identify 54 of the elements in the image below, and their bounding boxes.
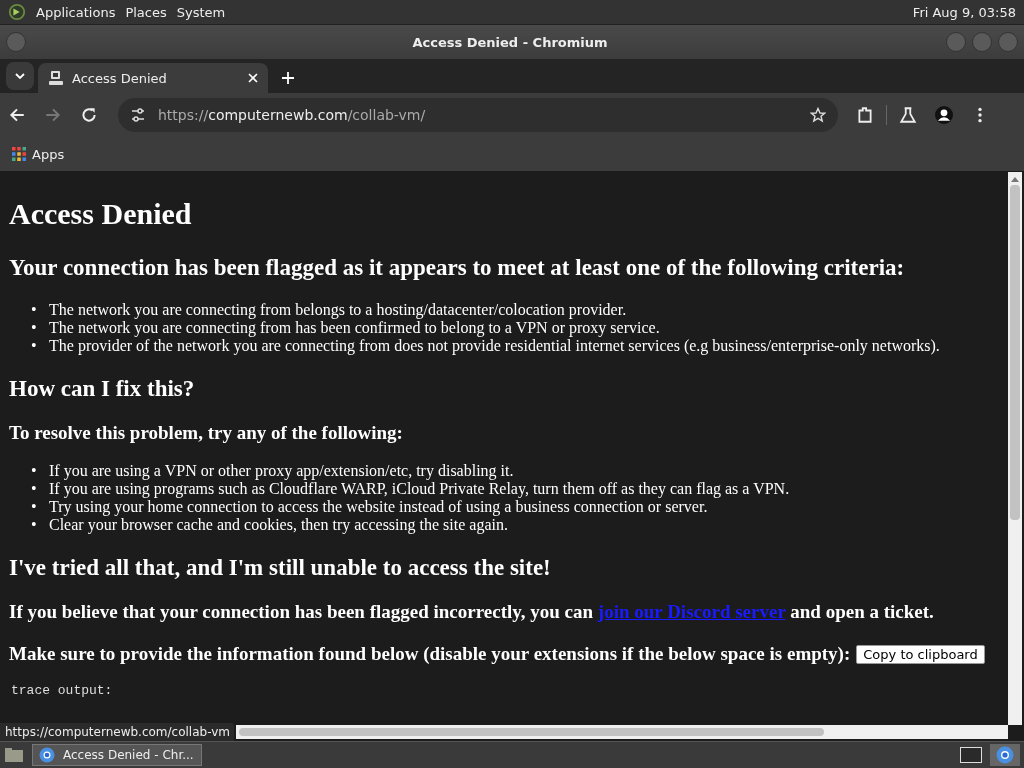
status-url: https://computernewb.com/collab-vm	[0, 723, 234, 741]
paragraph: If you believe that your connection has been flagged incorrectly, you can join our Discord server and open a ticket.	[9, 600, 935, 624]
browser-icon[interactable]	[990, 744, 1020, 766]
list-item: Try using your home connection to access the website instead of using a business connection or server.	[49, 498, 708, 516]
chevron-down-icon	[15, 73, 25, 79]
panel-menu[interactable]: Places	[125, 4, 167, 20]
trace-output: trace output:	[10, 683, 114, 699]
show-desktop-button[interactable]	[960, 747, 982, 763]
flask-icon[interactable]	[899, 106, 917, 124]
back-icon[interactable]	[8, 106, 26, 124]
profile-icon[interactable]	[935, 106, 953, 124]
scroll-up-icon[interactable]	[1011, 176, 1019, 182]
bullet-mark: •	[31, 462, 38, 480]
address-bar[interactable]: https://computernewb.com/collab-vm/	[118, 98, 838, 132]
copy-button[interactable]: Copy to clipboard	[856, 644, 985, 664]
apps-grid-icon	[12, 147, 26, 161]
panel-menu[interactable]: Applications	[36, 4, 116, 20]
list-item: Clear your browser cache and cookies, then try accessing the site again.	[49, 516, 508, 534]
new-tab-icon[interactable]	[282, 72, 294, 84]
browser-tab[interactable]: Access Denied	[38, 63, 268, 93]
list-item: The provider of the network you are connecting from does not provide residential internet services (e.g business/enterprise-only networks).	[49, 337, 940, 355]
bullet-mark: •	[31, 301, 38, 319]
browser-icon	[39, 747, 55, 763]
list-item: The network you are connecting from has been confirmed to belong to a VPN or proxy service.	[49, 319, 660, 337]
subheading: To resolve this problem, try any of the following:	[9, 421, 404, 445]
bookmark-item[interactable]: Apps	[12, 146, 65, 162]
folder-icon[interactable]	[4, 747, 24, 763]
list-item: The network you are connecting from belongs to a hosting/datacenter/colocation provider.	[49, 301, 627, 319]
close-icon[interactable]	[248, 73, 258, 83]
paragraph: Make sure to provide the information found below (disable your extensions if the below space is empty):	[9, 642, 851, 666]
panel-menu[interactable]: System	[176, 4, 226, 20]
computer-icon	[48, 70, 64, 86]
taskbar-button[interactable]: Access Denied - Chr...	[32, 744, 202, 766]
vertical-scrollbar[interactable]	[1008, 172, 1022, 725]
bullet-mark: •	[31, 337, 38, 355]
section-heading: How can I fix this?	[9, 375, 196, 403]
logo-icon[interactable]	[8, 3, 26, 21]
bullet-mark: •	[31, 480, 38, 498]
section-heading: Your connection has been flagged as it appears to meet at least one of the following criteria:	[9, 254, 906, 282]
bullet-mark: •	[31, 319, 38, 337]
tab-search-button[interactable]	[6, 62, 34, 90]
bullet-mark: •	[31, 516, 38, 534]
reload-icon[interactable]	[80, 106, 98, 124]
horizontal-scrollbar[interactable]	[236, 725, 1008, 739]
clock: Fri Aug 9, 03:58	[912, 4, 1016, 20]
bookmark-star-icon[interactable]	[810, 107, 826, 123]
list-item: If you are using a VPN or other proxy app/extension/etc, try disabling it.	[49, 462, 514, 480]
section-heading: I've tried all that, and I'm still unable to access the site!	[9, 554, 552, 582]
list-item: If you are using programs such as Cloudflare WARP, iCloud Private Relay, turn them off as they can flag as a VPN.	[49, 480, 790, 498]
bullet-mark: •	[31, 498, 38, 516]
page-heading: Access Denied	[9, 196, 192, 232]
window-title: Access Denied - Chromium	[411, 34, 609, 50]
site-settings-icon[interactable]	[130, 107, 146, 123]
extensions-icon[interactable]	[856, 106, 874, 124]
